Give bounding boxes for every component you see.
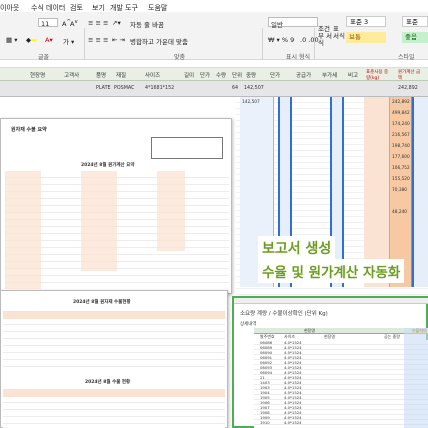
inner-col-site2: 현장명 <box>324 334 336 339</box>
fill-color-icon[interactable]: ◆▬ <box>26 36 37 44</box>
report2-title-1: 2024년 8월 원자재 수불현황 <box>73 300 131 305</box>
style-neutral-label: 보통 <box>349 33 361 41</box>
style-good-label: 좋음 <box>405 33 417 41</box>
header-unitprice: 단가 <box>200 73 211 79</box>
sheet-header-row: 현장명 고객사 품명 재질 사이즈 길이 단가 수량 단위 중량 단가 공급가 … <box>0 68 428 81</box>
cell-weight: 142,507 <box>244 86 264 91</box>
align-left-icon[interactable]: ≡ ≡ ≡ <box>88 36 108 44</box>
borders-icon[interactable]: ▦ ▾ <box>6 36 17 44</box>
sheet-data-row[interactable]: PLATE POSMAC 4*1681*152 64 142,507 242,8… <box>0 81 428 97</box>
menu-bar: 이아웃 수식 데이터 검토 보기 개발 도구 도움말 <box>0 0 428 12</box>
report1-peach-col-a <box>5 171 41 289</box>
currency-icon[interactable]: ₩ ▾ % 9 <box>268 36 294 44</box>
right-weight-cell: 142,507 <box>242 100 260 105</box>
font-size-value: 11 <box>41 20 50 28</box>
inner-row-size: 4.0*1524 <box>284 420 302 425</box>
ribbon: 11 A^ Av ▦ ▾ ◆▬ A▾ 가 ▾ ≡ ≡ ≡ ↗▾ 자동 줄 바꿈 … <box>0 12 428 70</box>
orange-cell: 155,520 <box>392 177 410 182</box>
inner-sheet-blue-col <box>404 328 428 428</box>
orange-cell: 174,240 <box>392 122 410 127</box>
align-top-icon[interactable]: ≡ ≡ ≡ <box>88 19 108 27</box>
header-vat: 부가세 <box>322 73 338 79</box>
orientation-icon[interactable]: ↗▾ <box>112 19 121 27</box>
style-normal-label: 표준 <box>406 18 418 26</box>
overlay-title-2: 수율 및 원가계산 자동화 <box>258 259 405 283</box>
wrap-text-button[interactable]: 자동 줄 바꿈 <box>130 19 164 29</box>
formula-bar[interactable] <box>0 60 428 68</box>
orange-cell: 198,740 <box>392 144 410 149</box>
orange-cell: 499,842 <box>392 111 410 116</box>
style-normal3[interactable]: 표준 3 <box>346 16 386 27</box>
cell-item: PLATE <box>96 86 111 91</box>
cell-material: POSMAC <box>114 86 135 91</box>
indent-icon[interactable]: ⇤ ⇥ <box>112 36 125 44</box>
number-format-value: 일반 <box>271 21 283 29</box>
cost-summary-report: 원자재 수불 요약 2024년 8월 원가계산 요약 <box>0 118 232 294</box>
inner-row-order: 1910 <box>260 420 270 425</box>
header-size: 사이즈 <box>145 73 161 79</box>
overlay-line2: 수율 및 원가계산 자동화 <box>262 265 401 281</box>
cell-cost: 242,892 <box>398 86 418 91</box>
table-format-button[interactable]: 표 서식 <box>333 25 345 40</box>
sheet-blue-col-4 <box>412 97 428 287</box>
report1-header-box <box>151 137 223 159</box>
orange-cell: 216,567 <box>392 133 410 138</box>
inner-sheet-grid <box>254 340 428 428</box>
phonetic-icon[interactable]: 가 ▾ <box>63 36 74 46</box>
overlay-line1: 보고서 생성 <box>262 241 332 257</box>
report1-title: 원자재 수불 요약 <box>11 127 47 133</box>
header-standard-weight: 표준사용 중량(kg) <box>366 70 389 81</box>
header-material: 재질 <box>116 73 127 79</box>
header-length: 길이 <box>184 73 195 79</box>
font-size-box[interactable]: 11 <box>38 18 58 28</box>
header-item: 품명 <box>96 73 107 79</box>
font-color-icon[interactable]: A▾ <box>45 36 53 44</box>
orange-cell: 106,752 <box>392 166 410 171</box>
header-price: 단가 <box>270 73 281 79</box>
inner-col-weight: 공는 중량 <box>384 334 400 339</box>
inner-sheet-title: 소요량 계량 / 수불이상확인 (단위 Kg) <box>240 311 328 317</box>
style-normal[interactable]: 표준 <box>402 16 428 27</box>
excel-window: 이아웃 수식 데이터 검토 보기 개발 도구 도움말 11 A^ Av ▦ ▾ … <box>0 0 428 428</box>
merge-center-button[interactable]: 병합하고 가운데 맞춤 <box>130 36 188 46</box>
orange-cell: 242,892 <box>392 100 410 105</box>
orange-cell: 70,380 <box>392 188 408 193</box>
header-weight: 중량 <box>246 73 257 79</box>
inner-col-order: 발주번호 <box>260 334 275 339</box>
material-inout-report: 2024년 8월 원자재 수불현황 2024년 8월 수불 현황 <box>0 290 228 428</box>
cell-size: 4*1681*152 <box>145 86 175 91</box>
conditional-format-button[interactable]: 조건부 서식 <box>318 25 334 47</box>
header-site: 현장명 <box>30 73 46 79</box>
orange-cell: 177,600 <box>392 155 410 160</box>
cell-unit: 64 <box>232 86 239 91</box>
orange-cell: 48,240 <box>392 210 408 215</box>
report2-title-2: 2024년 8월 수불 현황 <box>85 380 131 385</box>
number-format-dropdown[interactable]: 일반 <box>268 17 318 29</box>
header-supply: 공급가 <box>296 73 312 79</box>
report1-peach-col-b <box>81 171 117 271</box>
shrink-font-icon[interactable]: Av <box>70 19 78 28</box>
report2-peach-row <box>3 311 225 319</box>
inner-sheet-window: 소요량 계량 / 수불이상확인 (단위 Kg) 상세내역 현장명 발주번호 사이… <box>232 296 428 428</box>
header-qty: 수량 <box>216 73 227 79</box>
decimal-icon[interactable]: .0 .00 <box>300 36 319 44</box>
inner-sheet-colheader <box>234 298 428 304</box>
header-unit: 단위 <box>232 73 243 79</box>
inner-col-size: 사이즈 <box>284 334 296 339</box>
header-cost-amount: 원가계산 금액 <box>398 70 421 81</box>
inner-sheet-header-row <box>254 328 428 334</box>
report2-peach-row-2 <box>3 389 225 397</box>
header-customer: 고객사 <box>64 73 80 79</box>
style-neutral[interactable]: 보통 <box>346 32 386 43</box>
style-good[interactable]: 좋음 <box>402 32 428 43</box>
style-normal3-label: 표준 3 <box>350 18 369 26</box>
inner-sheet-filter-label: 상세내역 <box>240 322 257 327</box>
inner-col-site: 현장명 <box>304 328 316 333</box>
overlay-title-1: 보고서 생성 <box>258 236 336 260</box>
report1-subtitle: 2024년 8월 원가계산 요약 <box>81 163 135 168</box>
report1-peach-col-c <box>157 171 185 251</box>
header-note: 비고 <box>348 73 359 79</box>
report2-table-1 <box>3 311 225 371</box>
